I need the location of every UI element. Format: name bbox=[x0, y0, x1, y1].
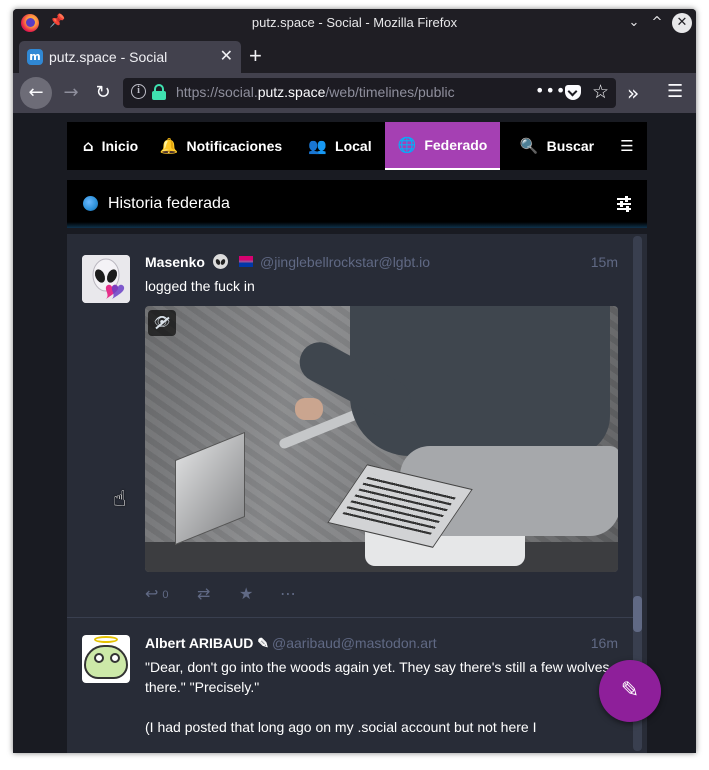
url-bar[interactable]: i https://social.putz.space/web/timeline… bbox=[123, 78, 616, 108]
search-icon: 🔍 bbox=[519, 137, 539, 155]
overflow-chevron-icon[interactable]: » bbox=[627, 81, 639, 105]
globe-icon bbox=[83, 196, 98, 211]
users-icon: 👥 bbox=[308, 137, 328, 155]
pocket-icon[interactable] bbox=[565, 85, 581, 100]
content-paragraph: "Dear, don't go into the woods again yet… bbox=[145, 659, 610, 695]
bisexual-flag-icon bbox=[239, 256, 253, 267]
pencil-icon: ✎ bbox=[620, 678, 640, 703]
account-handle[interactable]: @aaribaud@mastodon.art bbox=[272, 635, 437, 651]
home-icon: ⌂ bbox=[82, 137, 94, 155]
hamburger-menu-icon: ☰ bbox=[620, 137, 634, 155]
lock-icon[interactable] bbox=[152, 84, 166, 100]
content-paragraph: (I had posted that long ago on my .socia… bbox=[145, 719, 537, 735]
status-timestamp[interactable]: 16m bbox=[591, 635, 618, 651]
tab-federado[interactable]: 🌐 Federado bbox=[385, 122, 500, 170]
column-title: Historia federada bbox=[108, 195, 230, 212]
column-header[interactable]: Historia federada bbox=[67, 180, 647, 228]
favourite-icon[interactable]: ★ bbox=[239, 584, 253, 603]
close-window-button[interactable]: ✕ bbox=[672, 13, 692, 33]
more-options-icon[interactable]: ⋯ bbox=[280, 584, 296, 603]
reply-icon: ↩ bbox=[145, 584, 159, 603]
tab-strip: m putz.space - Social ✕ + bbox=[13, 37, 696, 73]
back-button[interactable]: ← bbox=[20, 77, 52, 109]
new-tab-button[interactable]: + bbox=[249, 43, 262, 69]
boost-icon[interactable]: ⇄ bbox=[197, 584, 210, 603]
tab-label: Local bbox=[335, 138, 372, 154]
pencil-icon: ✎ bbox=[257, 635, 269, 651]
window-title: putz.space - Social - Mozilla Firefox bbox=[251, 15, 458, 30]
media-attachment[interactable]: 👁 bbox=[145, 306, 618, 572]
tab-notificaciones[interactable]: 🔔 Notificaciones bbox=[154, 122, 288, 170]
tab-label: Federado bbox=[424, 137, 488, 153]
forward-button[interactable]: → bbox=[55, 77, 87, 109]
url-text[interactable]: https://social.putz.space/web/timelines/… bbox=[176, 84, 455, 100]
reply-button[interactable]: ↩ 0 bbox=[145, 584, 169, 603]
hamburger-menu-icon[interactable]: ☰ bbox=[667, 81, 683, 102]
close-tab-icon[interactable]: ✕ bbox=[220, 46, 233, 65]
status-content: "Dear, don't go into the woods again yet… bbox=[145, 657, 615, 737]
status-item[interactable]: Masenko @jinglebellrockstar@lgbt.io 15m … bbox=[67, 234, 633, 618]
display-name[interactable]: Masenko bbox=[145, 254, 205, 270]
tab-local[interactable]: 👥 Local bbox=[298, 122, 382, 170]
title-bar: 📌 putz.space - Social - Mozilla Firefox … bbox=[13, 9, 696, 37]
account-handle[interactable]: @jinglebellrockstar@lgbt.io bbox=[260, 254, 430, 270]
tab-title: putz.space - Social bbox=[49, 49, 168, 65]
tab-label: Notificaciones bbox=[186, 138, 283, 154]
maximize-button[interactable]: ^ bbox=[647, 13, 667, 33]
eye-slash-icon[interactable]: 👁 bbox=[148, 310, 176, 336]
display-name[interactable]: Albert ARIBAUD ✎ bbox=[145, 635, 269, 652]
tab-inicio[interactable]: ⌂ Inicio bbox=[67, 122, 154, 170]
tab-label: Buscar bbox=[546, 138, 595, 154]
hand-cursor-icon: ☝ bbox=[113, 487, 127, 512]
reply-count: 0 bbox=[162, 588, 169, 601]
minimize-button[interactable]: ⌄ bbox=[624, 13, 644, 33]
menu-button[interactable]: ☰ bbox=[607, 122, 647, 170]
avatar[interactable] bbox=[82, 255, 130, 303]
mastodon-tab-bar: ⌂ Inicio 🔔 Notificaciones 👥 Local 🌐 Fede… bbox=[67, 122, 647, 170]
firefox-window: 📌 putz.space - Social - Mozilla Firefox … bbox=[13, 9, 696, 753]
alien-emoji-icon bbox=[213, 254, 228, 269]
avatar[interactable] bbox=[82, 635, 130, 683]
navigation-toolbar: ← → ↻ i https://social.putz.space/web/ti… bbox=[13, 73, 696, 113]
globe-icon: 🌐 bbox=[397, 136, 417, 154]
info-icon[interactable]: i bbox=[131, 84, 146, 99]
mastodon-icon: m bbox=[27, 49, 43, 65]
timeline: Masenko @jinglebellrockstar@lgbt.io 15m … bbox=[67, 234, 647, 753]
reload-button[interactable]: ↻ bbox=[87, 77, 119, 109]
status-content: logged the fuck in bbox=[145, 278, 255, 294]
scrollbar-thumb[interactable] bbox=[633, 596, 642, 632]
tab-buscar[interactable]: 🔍 Buscar bbox=[507, 122, 607, 170]
compose-button[interactable]: ✎ bbox=[599, 660, 661, 722]
page-content: ⌂ Inicio 🔔 Notificaciones 👥 Local 🌐 Fede… bbox=[13, 113, 696, 753]
column-settings-icon[interactable] bbox=[617, 196, 631, 212]
page-actions-button[interactable]: ••• bbox=[535, 81, 566, 100]
status-item[interactable]: Albert ARIBAUD ✎ @aaribaud@mastodon.art … bbox=[67, 619, 633, 753]
bookmark-star-icon[interactable]: ☆ bbox=[592, 81, 609, 103]
tab-label: Inicio bbox=[101, 138, 139, 154]
browser-tab[interactable]: m putz.space - Social ✕ bbox=[19, 41, 241, 73]
bell-icon: 🔔 bbox=[159, 137, 179, 155]
status-timestamp[interactable]: 15m bbox=[591, 254, 618, 270]
